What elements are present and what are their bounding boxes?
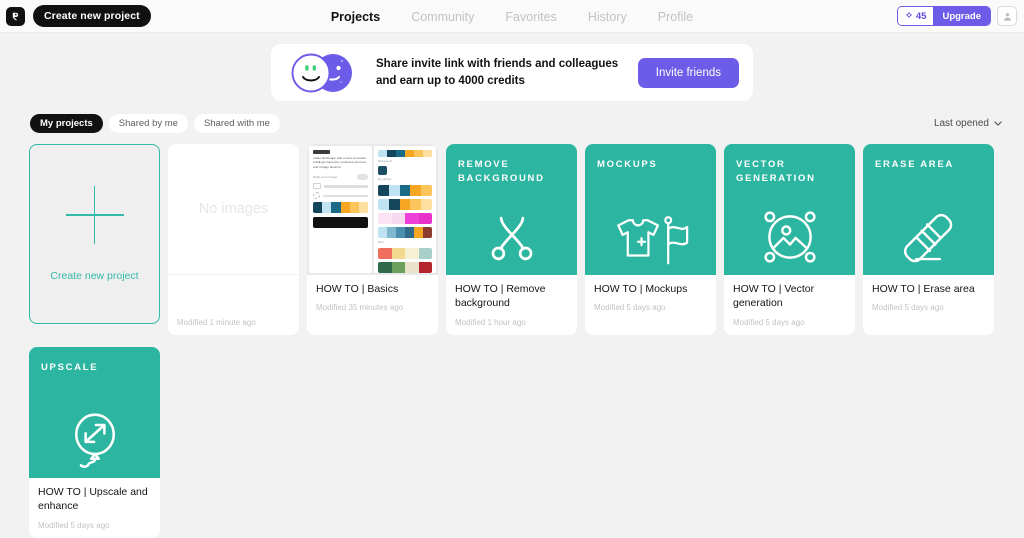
invite-banner-area: Share invite link with friends and colle… bbox=[0, 33, 1024, 101]
thumbnail-left-panel: urban landscape with a view of ancient b… bbox=[309, 146, 372, 273]
thumbnail-label-palettes: My palettes bbox=[378, 177, 392, 181]
project-meta: Modified 1 minute ago bbox=[168, 275, 299, 335]
nav-item-profile[interactable]: Profile bbox=[658, 10, 693, 24]
create-new-project-card-label: Create new project bbox=[50, 270, 139, 282]
invite-banner-text: Share invite link with friends and colle… bbox=[376, 58, 619, 87]
thumbnail-label-background: Background bbox=[378, 160, 392, 163]
project-thumbnail: No images bbox=[168, 144, 299, 275]
project-meta: HOW TO | Erase area Modified 5 days ago bbox=[863, 275, 994, 335]
project-title: HOW TO | Vector generation bbox=[733, 283, 815, 310]
create-new-project-card[interactable]: Create new project bbox=[29, 144, 160, 324]
nav-item-community[interactable]: Community bbox=[411, 10, 474, 24]
project-thumbnail: urban landscape with a view of ancient b… bbox=[307, 144, 438, 275]
project-card-remove-background[interactable]: REMOVE BACKGROUND HOW TO | Remove backgr… bbox=[446, 144, 577, 335]
main-navigation: Projects Community Favorites History Pro… bbox=[331, 0, 693, 33]
tutorial-badge: VECTOR GENERATION bbox=[736, 159, 816, 184]
thumbnail-swatch-row bbox=[313, 202, 368, 214]
balloon-expand-icon bbox=[29, 410, 160, 470]
credits-value: 45 bbox=[915, 10, 927, 22]
project-meta: HOW TO | Remove background Modified 1 ho… bbox=[446, 275, 577, 335]
create-new-project-button[interactable]: Create new project bbox=[33, 5, 151, 27]
project-modified: Modified 5 days ago bbox=[38, 520, 110, 530]
project-card-vector-generation[interactable]: VECTOR GENERATION HOW TO | Vector genera… bbox=[724, 144, 855, 335]
project-title: HOW TO | Erase area bbox=[872, 283, 975, 295]
tshirt-flag-icon bbox=[585, 213, 716, 267]
no-images-placeholder: No images bbox=[198, 201, 269, 217]
project-thumbnail: VECTOR GENERATION bbox=[724, 144, 855, 275]
project-meta: HOW TO | Upscale and enhance Modified 5 … bbox=[29, 477, 160, 538]
project-thumbnail: ERASE AREA bbox=[863, 144, 994, 275]
project-meta: HOW TO | Mockups Modified 5 days ago bbox=[585, 275, 716, 335]
thumbnail-toggle bbox=[357, 174, 368, 181]
project-card-upscale[interactable]: UPSCALE HOW TO | Upscale and enhance Mod… bbox=[29, 346, 160, 538]
tutorial-badge: MOCKUPS bbox=[597, 159, 658, 170]
credits-upgrade-group: 45 Upgrade bbox=[896, 6, 991, 26]
project-modified: Modified 5 days ago bbox=[733, 317, 805, 327]
thumbnail-prompt-text: urban landscape with a view of ancient b… bbox=[313, 156, 367, 169]
top-bar: Create new project Projects Community Fa… bbox=[0, 0, 1024, 33]
nav-item-favorites[interactable]: Favorites bbox=[505, 10, 556, 24]
filter-chip-shared-with-me[interactable]: Shared with me bbox=[193, 114, 280, 133]
user-avatar-icon[interactable] bbox=[997, 6, 1017, 26]
project-card-mockups[interactable]: MOCKUPS HOW TO | Mockups Modified 5 days… bbox=[585, 144, 716, 335]
vector-image-icon bbox=[724, 207, 855, 267]
project-meta: HOW TO | Basics Modified 35 minutes ago bbox=[307, 275, 438, 335]
tutorial-badge: UPSCALE bbox=[41, 361, 99, 373]
project-modified: Modified 5 days ago bbox=[594, 303, 666, 313]
sort-dropdown-label: Last opened bbox=[933, 118, 989, 129]
project-card-erase-area[interactable]: ERASE AREA HOW TO | Erase area Modified … bbox=[863, 144, 994, 335]
tutorial-badge: REMOVE BACKGROUND bbox=[458, 159, 545, 184]
app-logo-icon[interactable] bbox=[6, 6, 25, 26]
project-title: HOW TO | Remove background bbox=[455, 283, 546, 310]
thumbnail-recraft-button bbox=[313, 217, 368, 229]
upgrade-button[interactable]: Upgrade bbox=[933, 7, 990, 25]
project-thumbnail: REMOVE BACKGROUND bbox=[446, 144, 577, 275]
filter-chip-shared-by-me[interactable]: Shared by me bbox=[108, 114, 188, 133]
tutorial-badge: ERASE AREA bbox=[875, 159, 954, 170]
project-title: HOW TO | Mockups bbox=[594, 283, 688, 295]
nav-item-history[interactable]: History bbox=[588, 10, 627, 24]
credits-badge[interactable]: 45 bbox=[897, 7, 934, 25]
thumbnail-label-more: More bbox=[378, 240, 384, 244]
projects-grid: Create new project No images Modified 1 … bbox=[0, 133, 1024, 538]
project-modified: Modified 35 minutes ago bbox=[316, 303, 404, 313]
project-card-no-images[interactable]: No images Modified 1 minute ago bbox=[168, 144, 299, 335]
project-title: HOW TO | Basics bbox=[316, 283, 399, 295]
filter-bar: My projects Shared by me Shared with me … bbox=[30, 114, 1002, 133]
project-thumbnail: UPSCALE bbox=[29, 346, 160, 478]
thumbnail-label-modify: Modify current image bbox=[313, 175, 338, 179]
thumbnail-right-panel: Background My palettes More bbox=[374, 146, 436, 273]
chevron-down-icon bbox=[994, 121, 1002, 126]
sort-dropdown[interactable]: Last opened bbox=[934, 118, 1002, 129]
project-modified: Modified 1 minute ago bbox=[177, 317, 256, 327]
project-meta: HOW TO | Vector generation Modified 5 da… bbox=[724, 275, 855, 335]
invite-friends-button[interactable]: Invite friends bbox=[637, 57, 739, 88]
eraser-icon bbox=[863, 211, 994, 267]
two-smiley-faces-icon bbox=[287, 52, 363, 94]
project-title: HOW TO | Upscale and enhance bbox=[38, 485, 148, 513]
top-bar-actions: 45 Upgrade bbox=[896, 6, 1017, 26]
invite-banner: Share invite link with friends and colle… bbox=[271, 44, 753, 101]
plus-icon bbox=[65, 186, 124, 244]
diamond-icon bbox=[905, 12, 912, 18]
project-card-basics[interactable]: urban landscape with a view of ancient b… bbox=[307, 144, 438, 335]
filter-chip-my-projects[interactable]: My projects bbox=[30, 114, 103, 133]
scissors-icon bbox=[446, 209, 577, 267]
nav-item-projects[interactable]: Projects bbox=[331, 10, 380, 24]
project-thumbnail: MOCKUPS bbox=[585, 144, 716, 275]
project-modified: Modified 1 hour ago bbox=[455, 317, 526, 327]
project-modified: Modified 5 days ago bbox=[872, 303, 944, 313]
